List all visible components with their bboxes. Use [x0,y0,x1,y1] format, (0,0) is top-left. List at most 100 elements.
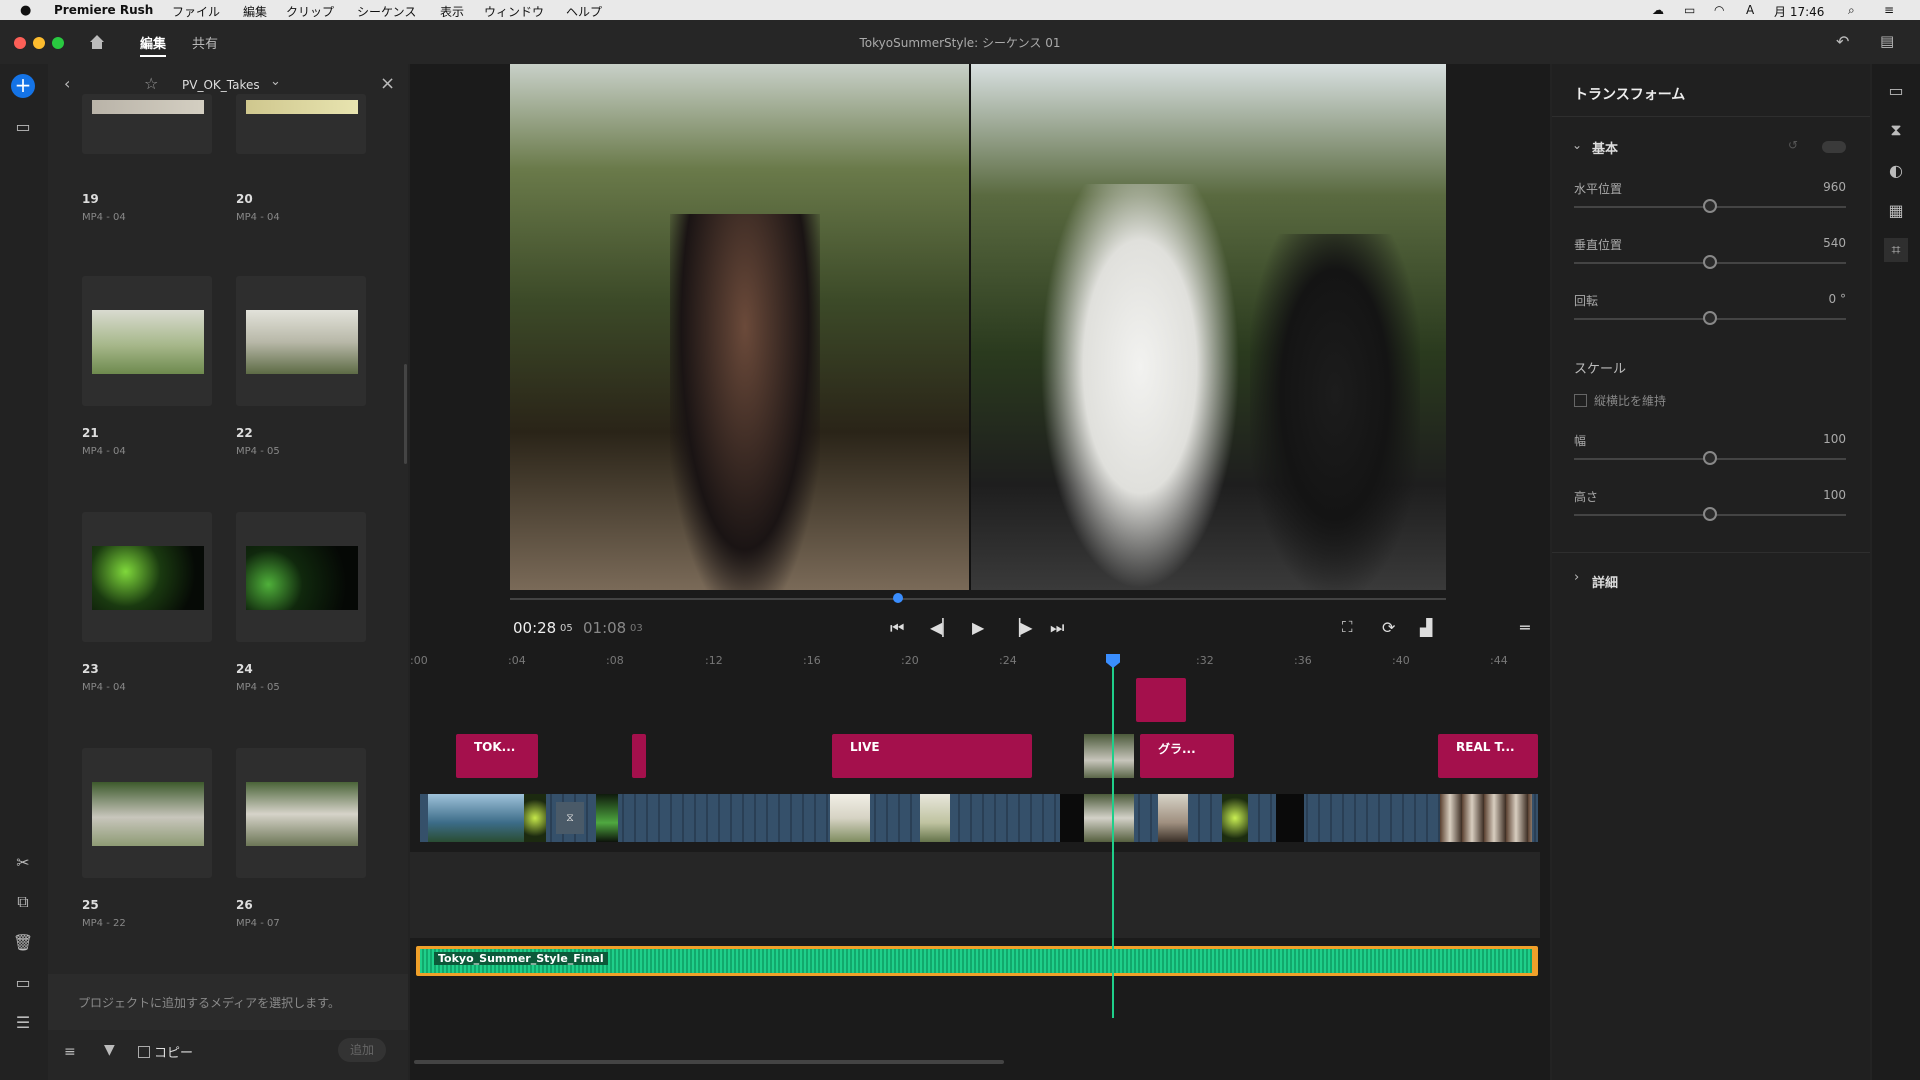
media-thumb-23[interactable] [82,512,212,642]
step-back-icon[interactable]: ◀▏ [930,618,955,637]
add-media-button[interactable]: + [11,74,35,98]
feedback-icon[interactable]: ▤ [1880,32,1894,50]
titles-panel-icon[interactable]: ▭ [1884,78,1908,102]
copy-checkbox[interactable] [138,1046,150,1058]
chevron-down-icon[interactable]: ⌄ [1572,138,1582,152]
video-clip-thumb[interactable] [1084,794,1134,842]
back-chevron-icon[interactable]: ‹ [64,74,70,93]
split-scissors-icon[interactable]: ✂ [11,850,35,874]
position-y-value[interactable]: 540 [1823,236,1846,250]
menu-help[interactable]: ヘルプ [566,3,602,20]
close-panel-icon[interactable]: × [380,73,395,94]
transition-icon[interactable]: ⧖ [556,802,584,834]
height-value[interactable]: 100 [1823,488,1846,502]
undo-icon[interactable]: ↶ [1836,32,1849,51]
title-clip-real[interactable]: REAL T... [1438,734,1538,778]
video-clip-thumb[interactable] [1440,794,1532,842]
media-scrollbar[interactable] [404,364,407,464]
cloud-status-icon[interactable]: ☁ [1652,3,1664,17]
video-track[interactable] [420,794,1538,842]
rotation-value[interactable]: 0 ° [1829,292,1846,306]
transform-panel-icon[interactable]: ⌗ [1884,238,1908,262]
spotlight-search-icon[interactable]: ⌕ [1848,3,1855,18]
position-y-knob[interactable] [1703,255,1717,269]
media-thumb-26[interactable] [236,748,366,878]
video-clip-thumb[interactable] [920,794,950,842]
media-thumb-partial-2[interactable] [236,94,366,154]
video-clip-thumb[interactable] [1222,794,1248,842]
airplay-icon[interactable]: ▭ [1684,3,1695,17]
menu-edit[interactable]: 編集 [243,3,267,20]
favorite-star-icon[interactable]: ☆ [144,74,158,93]
rotation-knob[interactable] [1703,311,1717,325]
menu-clip[interactable]: クリップ [286,3,334,20]
menu-clock[interactable]: 月 17:46 [1774,3,1824,20]
notification-center-icon[interactable]: ≡ [1884,3,1894,17]
video-clip-thumb[interactable] [1060,794,1084,842]
chevron-down-icon[interactable]: ⌄ [270,74,281,89]
timeline-scrollbar[interactable] [414,1060,1004,1064]
quality-icon[interactable]: ▟ [1420,618,1432,637]
title-clip-gura[interactable]: グラ... [1140,734,1234,778]
transitions-panel-icon[interactable]: ⧗ [1884,118,1908,142]
menu-view[interactable]: 表示 [440,3,464,20]
reset-icon[interactable]: ↺ [1788,138,1798,152]
scrub-handle[interactable] [893,593,903,603]
track-list-icon[interactable]: ☰ [11,1010,35,1034]
detail-section-label[interactable]: 詳細 [1592,572,1618,591]
video-preview[interactable] [510,64,1446,590]
scrub-track[interactable] [510,598,1446,600]
timeline-ruler[interactable]: :00 :04 :08 :12 :16 :20 :24 :32 :36 :40 … [410,654,1550,674]
fit-frame-icon[interactable]: ⛶ [1342,618,1353,636]
chevron-right-icon[interactable]: › [1574,570,1579,585]
menu-file[interactable]: ファイル [172,3,220,20]
media-thumb-21[interactable] [82,276,212,406]
play-icon[interactable]: ▶ [972,618,984,637]
media-thumb-25[interactable] [82,748,212,878]
menu-window[interactable]: ウィンドウ [484,3,544,20]
media-thumb-partial-1[interactable] [82,94,212,154]
position-x-value[interactable]: 960 [1823,180,1846,194]
filter-icon[interactable]: ▼ [104,1042,115,1058]
menu-sequence[interactable]: シーケンス [357,3,416,20]
sort-list-icon[interactable]: ≡ [64,1044,76,1060]
step-forward-icon[interactable]: ▕▶ [1008,618,1033,637]
track-toggle-icon[interactable]: ▭ [11,970,35,994]
media-thumb-22[interactable] [236,276,366,406]
audio-clip[interactable]: Tokyo_Summer_Style_Final [416,946,1538,976]
timeline-menu-icon[interactable]: ═ [1520,618,1530,637]
trash-icon[interactable]: 🗑 [11,930,35,954]
basic-section-label[interactable]: 基本 [1592,138,1618,157]
go-to-end-icon[interactable]: ⏭ [1050,618,1064,638]
height-knob[interactable] [1703,507,1717,521]
title-clip-live[interactable]: LIVE [832,734,1032,778]
speed-panel-icon[interactable]: ▦ [1884,198,1908,222]
position-x-knob[interactable] [1703,199,1717,213]
go-to-start-icon[interactable]: ⏮ [890,618,904,638]
overlay-video-clip[interactable] [1084,734,1134,778]
video-clip-thumb[interactable] [428,794,524,842]
input-source-icon[interactable]: A [1746,3,1754,17]
title-clip-empty[interactable] [1136,678,1186,722]
color-panel-icon[interactable]: ◐ [1884,158,1908,182]
title-clip-tok[interactable]: TOK... [456,734,538,778]
media-thumb-24[interactable] [236,512,366,642]
video-clip-thumb[interactable] [830,794,870,842]
loop-icon[interactable]: ⟳ [1382,618,1395,637]
apple-icon[interactable]: ● [20,3,31,18]
duplicate-icon[interactable]: ⧉ [11,890,35,914]
folder-name[interactable]: PV_OK_Takes [182,78,260,92]
wifi-icon[interactable]: ◠ [1714,3,1724,17]
video-clip-thumb[interactable] [524,794,546,842]
title-clip-small[interactable] [632,734,646,778]
video-clip-thumb[interactable] [596,794,618,842]
width-value[interactable]: 100 [1823,432,1846,446]
video-clip-thumb[interactable] [1158,794,1188,842]
width-knob[interactable] [1703,451,1717,465]
keep-aspect-checkbox[interactable] [1574,394,1587,407]
app-name-menu[interactable]: Premiere Rush [54,3,153,17]
section-toggle[interactable] [1822,141,1846,153]
add-button[interactable]: 追加 [338,1038,386,1062]
empty-track[interactable] [410,852,1540,938]
media-library-icon[interactable]: ▭ [11,114,35,138]
